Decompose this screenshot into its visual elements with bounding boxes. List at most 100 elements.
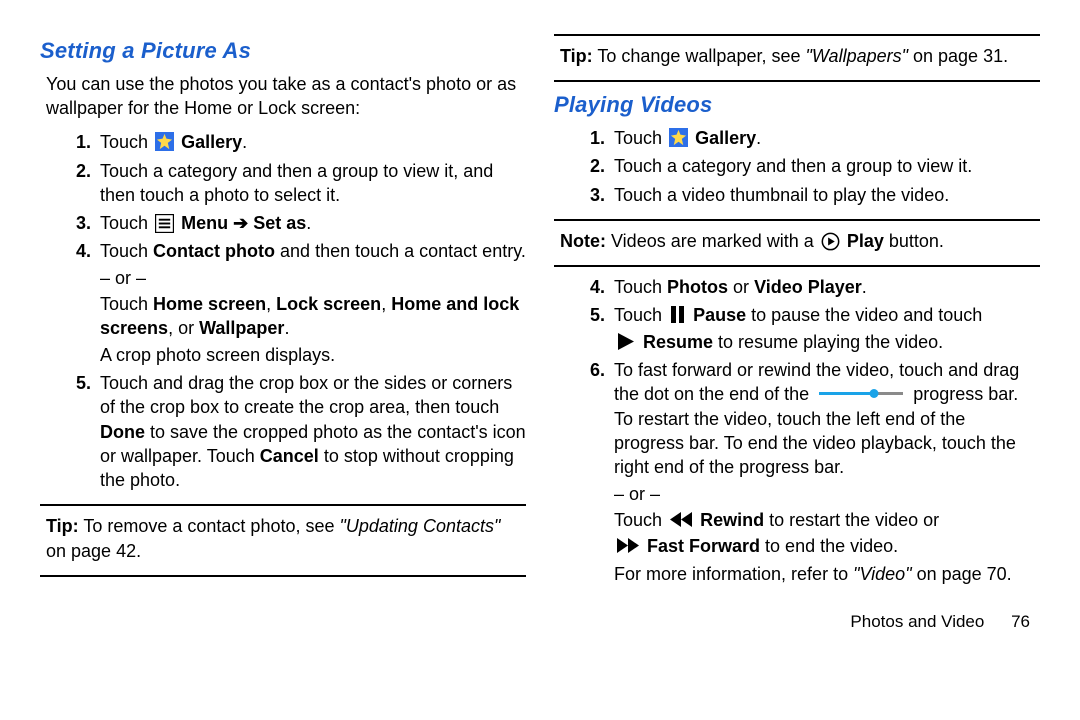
text: on page 31.	[908, 46, 1008, 66]
menu-icon	[155, 214, 174, 233]
text: on page 70.	[912, 564, 1012, 584]
comma: ,	[381, 294, 391, 314]
gallery-icon	[155, 132, 174, 151]
left-step-4: Touch Contact photo and then touch a con…	[96, 239, 526, 366]
photos-label: Photos	[667, 277, 728, 297]
text: Touch	[100, 241, 153, 261]
text: To remove a contact photo, see	[79, 516, 340, 536]
video-player-label: Video Player	[754, 277, 862, 297]
text: Touch a category and then a group to vie…	[100, 161, 493, 205]
tip-label: Tip:	[560, 46, 593, 66]
footer-page-number: 76	[1011, 611, 1030, 634]
rewind-icon	[669, 511, 693, 528]
comma: ,	[266, 294, 276, 314]
cancel-label: Cancel	[260, 446, 319, 466]
text: Touch	[614, 510, 662, 530]
divider	[554, 34, 1040, 36]
done-label: Done	[100, 422, 145, 442]
right-step-1: Touch Gallery.	[610, 126, 1040, 150]
text: Touch	[100, 294, 153, 314]
left-step-3: Touch Menu ➔ Set as.	[96, 211, 526, 235]
text: on page 42.	[46, 541, 141, 561]
period: .	[306, 213, 311, 233]
resume-label: Resume	[643, 332, 713, 352]
gallery-label: Gallery	[181, 132, 242, 152]
text: Touch a category and then a group to vie…	[614, 156, 972, 176]
footer-section: Photos and Video	[850, 612, 984, 631]
contact-photo-label: Contact photo	[153, 241, 275, 261]
intro-text: You can use the photos you take as a con…	[46, 72, 518, 121]
divider	[40, 504, 526, 506]
text: to resume playing the video.	[713, 332, 943, 352]
pause-icon	[669, 305, 686, 324]
right-step-3: Touch a video thumbnail to play the vide…	[610, 183, 1040, 207]
divider	[40, 575, 526, 577]
or-divider: – or –	[100, 266, 526, 290]
play-circle-icon	[821, 232, 840, 251]
text: Touch a video thumbnail to play the vide…	[614, 185, 949, 205]
setas-label: Set as	[253, 213, 306, 233]
tip-label: Tip:	[46, 516, 79, 536]
text: Touch	[100, 132, 148, 152]
gallery-label: Gallery	[695, 128, 756, 148]
text: To change wallpaper, see	[593, 46, 806, 66]
right-steps-1: Touch Gallery. Touch a category and then…	[554, 126, 1040, 207]
left-column: Setting a Picture As You can use the pho…	[40, 34, 526, 694]
right-steps-2: Touch Photos or Video Player. Touch Paus…	[554, 275, 1040, 558]
text: and then touch a contact entry.	[275, 241, 526, 261]
right-step-4: Touch Photos or Video Player.	[610, 275, 1040, 299]
pause-label: Pause	[693, 305, 746, 325]
divider	[554, 265, 1040, 267]
video-note: Note: Videos are marked with a Play butt…	[560, 229, 1032, 253]
right-step-5: Touch Pause to pause the video and touch	[610, 303, 1040, 354]
wallpaper-label: Wallpaper	[199, 318, 284, 338]
more-info: For more information, refer to "Video" o…	[614, 562, 1032, 586]
right-step-6: To fast forward or rewind the video, tou…	[610, 358, 1040, 558]
left-steps-list: Touch Gallery. Touch a category and then…	[40, 130, 526, 492]
or-word: , or	[168, 318, 199, 338]
progress-bar-icon	[818, 388, 904, 399]
play-triangle-icon	[616, 332, 636, 351]
lock-screen-label: Lock screen	[276, 294, 381, 314]
or-divider: – or –	[614, 482, 1040, 506]
divider	[554, 80, 1040, 82]
text: For more information, refer to	[614, 564, 853, 584]
right-tip: Tip: To change wallpaper, see "Wallpaper…	[560, 44, 1032, 68]
left-step-1: Touch Gallery.	[96, 130, 526, 154]
right-column: Tip: To change wallpaper, see "Wallpaper…	[554, 34, 1040, 694]
arrow: ➔	[233, 213, 248, 233]
text: Touch and drag the crop box or the sides…	[100, 373, 512, 417]
period: .	[756, 128, 761, 148]
fast-forward-icon	[616, 537, 640, 554]
text: Touch	[614, 305, 662, 325]
heading-setting-picture-as: Setting a Picture As	[40, 36, 526, 66]
tip-ref: "Wallpapers"	[806, 46, 909, 66]
menu-label: Menu	[181, 213, 228, 233]
text: to restart the video or	[764, 510, 939, 530]
play-label: Play	[847, 231, 884, 251]
text: or	[728, 277, 754, 297]
divider	[554, 219, 1040, 221]
right-step-2: Touch a category and then a group to vie…	[610, 154, 1040, 178]
period: .	[284, 318, 289, 338]
text: button.	[884, 231, 944, 251]
text: to pause the video and touch	[746, 305, 982, 325]
manual-page: Setting a Picture As You can use the pho…	[0, 0, 1080, 720]
fast-forward-label: Fast Forward	[647, 536, 760, 556]
period: .	[862, 277, 867, 297]
more-ref: "Video"	[853, 564, 912, 584]
home-screen-label: Home screen	[153, 294, 266, 314]
period: .	[242, 132, 247, 152]
text: to end the video.	[760, 536, 898, 556]
text: Touch	[614, 277, 667, 297]
note-label: Note:	[560, 231, 606, 251]
rewind-label: Rewind	[700, 510, 764, 530]
text: Touch	[614, 128, 662, 148]
gallery-icon	[669, 128, 688, 147]
left-step-2: Touch a category and then a group to vie…	[96, 159, 526, 208]
page-footer: Photos and Video 76	[554, 611, 1040, 634]
text: A crop photo screen displays.	[100, 343, 526, 367]
tip-ref: "Updating Contacts"	[340, 516, 501, 536]
text: Touch	[100, 213, 148, 233]
heading-playing-videos: Playing Videos	[554, 90, 1040, 120]
